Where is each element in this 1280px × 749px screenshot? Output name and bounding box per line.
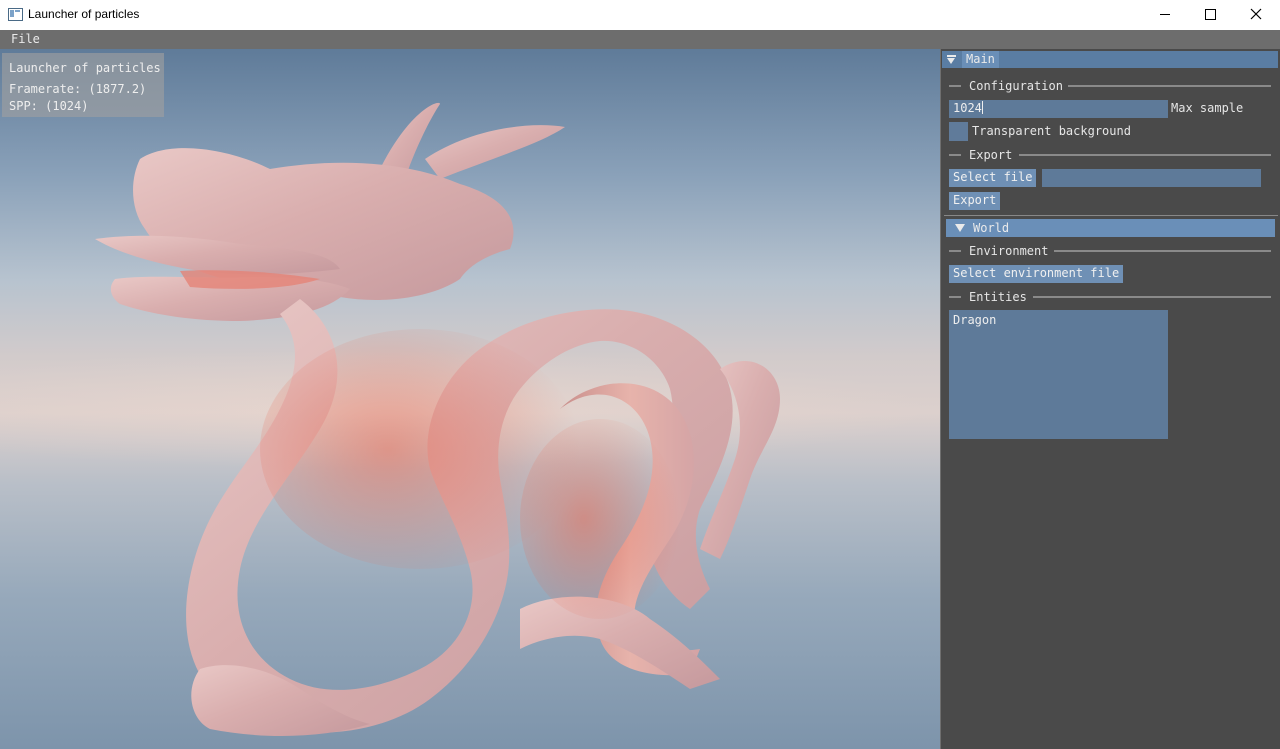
main-window-header[interactable]: Main	[942, 51, 1278, 68]
transparent-background-label: Transparent background	[972, 124, 1131, 138]
separator	[949, 296, 961, 298]
separator	[949, 154, 961, 156]
section-environment: Environment	[969, 244, 1049, 258]
spp-readout: SPP: (1024)	[9, 99, 89, 113]
separator	[1054, 250, 1271, 252]
render-viewport[interactable]: Launcher of particles Framerate: (1877.2…	[0, 49, 940, 749]
list-item[interactable]: Dragon	[953, 312, 996, 329]
transparent-background-checkbox[interactable]	[949, 122, 968, 141]
window-title: Launcher of particles	[28, 7, 140, 21]
max-sample-label: Max sample	[1171, 101, 1244, 115]
collapse-toggle-icon[interactable]	[947, 54, 956, 65]
separator	[949, 85, 961, 87]
settings-panel: Main Configuration 1024 Max sample Trans…	[940, 49, 1280, 749]
close-icon	[1250, 8, 1262, 20]
export-button[interactable]: Export	[949, 192, 1001, 210]
entities-list[interactable]: Dragon	[949, 310, 1168, 439]
separator	[1033, 296, 1271, 298]
title-bar: Launcher of particles	[0, 0, 1280, 30]
app-window-icon	[8, 8, 23, 21]
section-configuration: Configuration	[969, 79, 1063, 93]
minimize-button[interactable]	[1142, 0, 1188, 30]
dragon-render-image	[95, 102, 780, 736]
select-file-button[interactable]: Select file	[949, 169, 1037, 187]
menu-file[interactable]: File	[4, 30, 47, 49]
tab-main[interactable]: Main	[962, 51, 999, 68]
separator	[949, 250, 961, 252]
max-sample-value: 1024	[953, 101, 982, 115]
world-collapsing-header[interactable]: World	[946, 219, 1275, 237]
stats-overlay: Launcher of particles Framerate: (1877.2…	[2, 53, 164, 117]
text-caret	[981, 101, 983, 114]
section-export: Export	[969, 148, 1013, 162]
section-entities: Entities	[969, 290, 1027, 304]
export-path-input[interactable]	[1042, 169, 1261, 187]
separator	[1068, 85, 1271, 87]
separator	[1019, 154, 1271, 156]
menu-bar: File	[0, 30, 1280, 49]
divider	[944, 215, 1278, 216]
framerate-readout: Framerate: (1877.2)	[9, 82, 147, 96]
world-title: World	[973, 221, 1010, 235]
expand-arrow-icon	[955, 224, 965, 232]
close-button[interactable]	[1233, 0, 1279, 30]
maximize-button[interactable]	[1187, 0, 1233, 30]
overlay-title: Launcher of particles	[9, 61, 161, 75]
panel-border[interactable]	[940, 49, 941, 749]
select-environment-file-button[interactable]: Select environment file	[949, 265, 1124, 283]
max-sample-input[interactable]: 1024	[949, 100, 1168, 118]
